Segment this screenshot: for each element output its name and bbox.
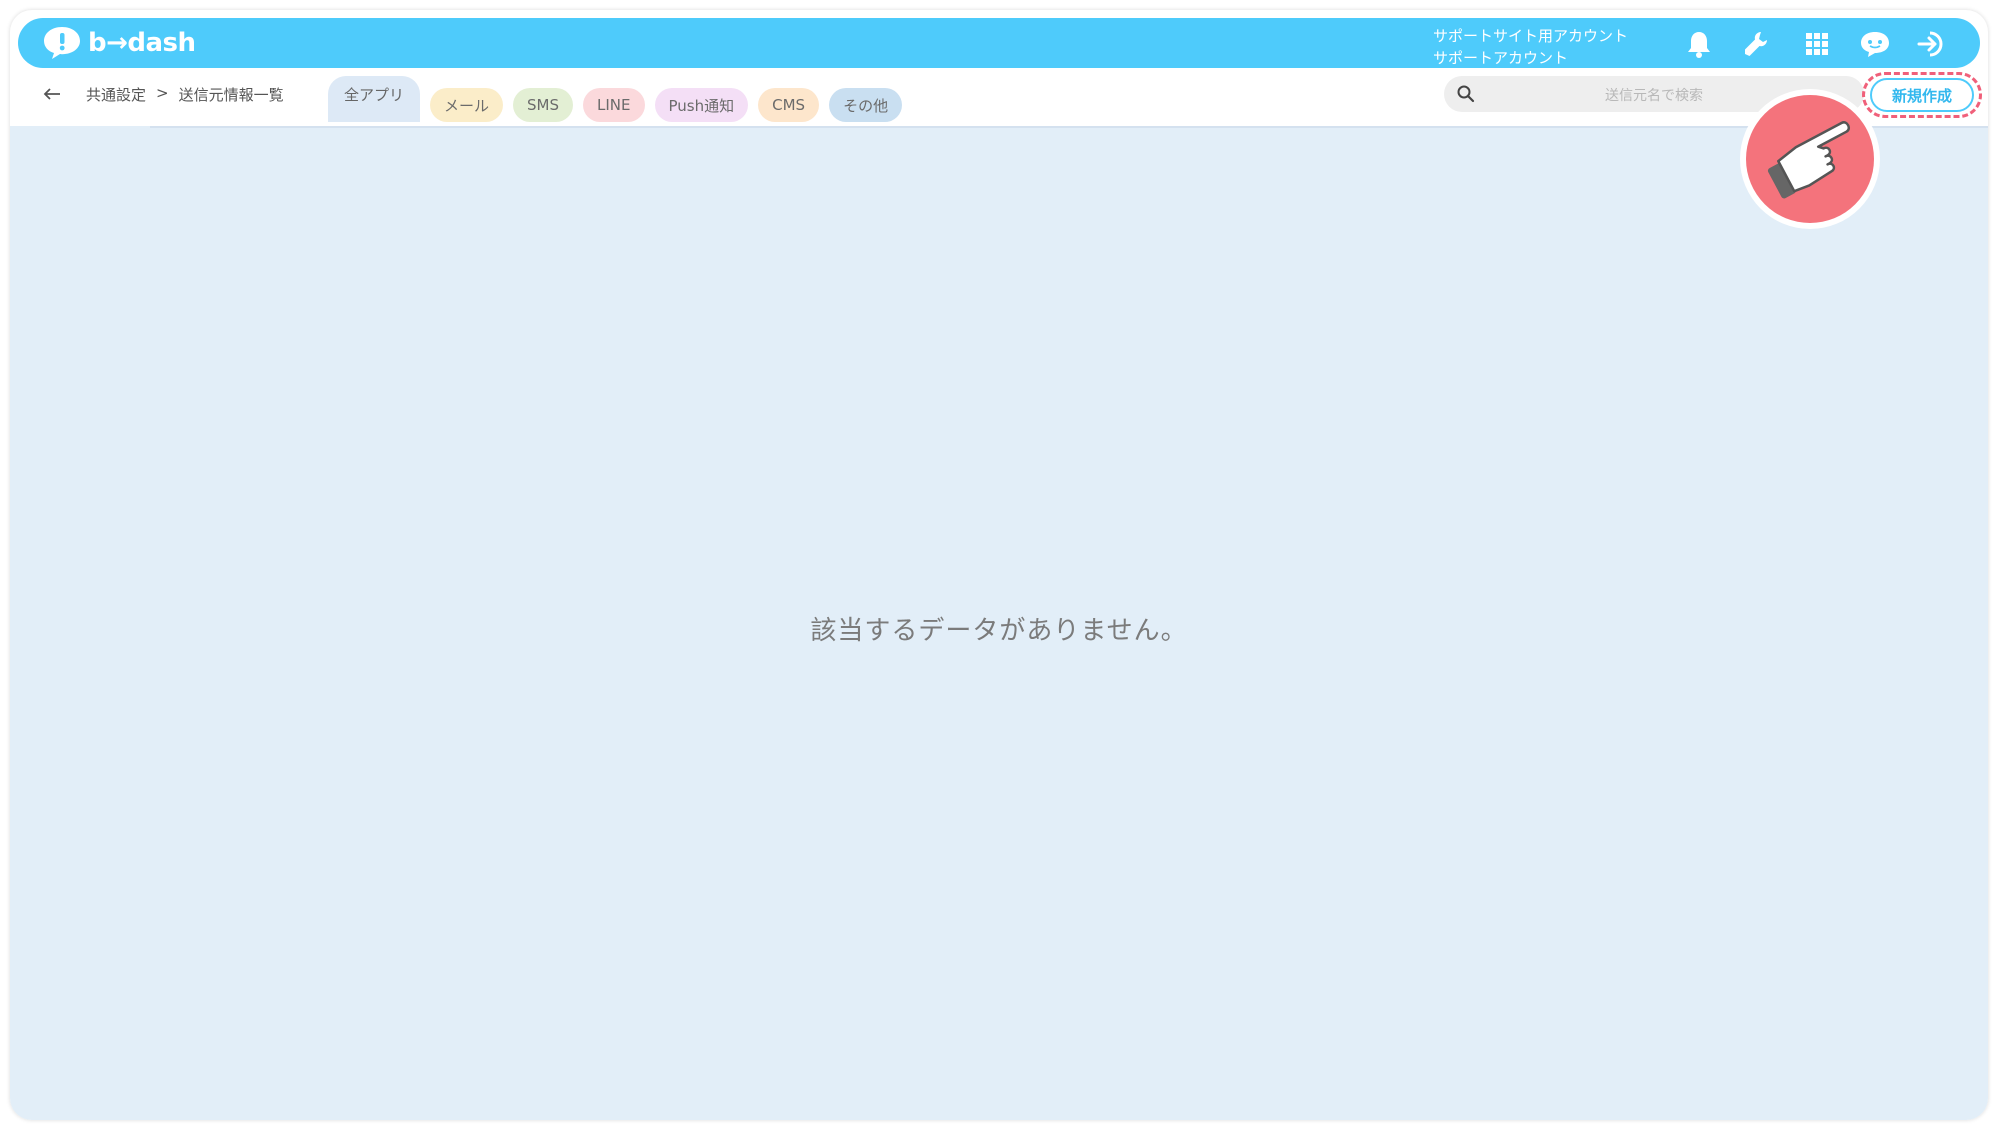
breadcrumb-current: 送信元情報一覧 [178, 86, 284, 104]
app-filter-tabs: 全アプリ メール SMS LINE Push通知 CMS その他 [328, 76, 903, 122]
tab-cms[interactable]: CMS [758, 88, 820, 122]
breadcrumb: 共通設定 > 送信元情報一覧 [86, 84, 284, 105]
sub-toolbar: 共通設定 > 送信元情報一覧 全アプリ メール SMS LINE Push通知 … [10, 68, 1988, 126]
top-header-bar: b→dash サポートサイト用アカウント サポートアカウント [18, 18, 1980, 68]
tab-sms[interactable]: SMS [513, 88, 574, 122]
main-content: 該当するデータがありません。 [10, 126, 1988, 1120]
logo-bubble-icon [44, 27, 80, 59]
chatbot-icon[interactable] [1858, 27, 1892, 61]
empty-state-message: 該当するデータがありません。 [810, 616, 1188, 646]
account-user-name: サポートアカウント [1433, 49, 1569, 67]
tab-push[interactable]: Push通知 [654, 88, 749, 122]
tab-all-apps[interactable]: 全アプリ [328, 76, 421, 122]
tab-other[interactable]: その他 [829, 88, 903, 122]
wrench-icon[interactable] [1740, 27, 1774, 61]
logout-icon[interactable] [1916, 27, 1950, 61]
logo[interactable]: b→dash [42, 24, 196, 62]
back-arrow-icon[interactable] [40, 82, 64, 106]
logo-text: b→dash [88, 28, 196, 58]
account-site-name: サポートサイト用アカウント [1433, 27, 1629, 45]
content-divider [150, 126, 1988, 128]
new-create-button[interactable]: 新規作成 [1870, 78, 1974, 112]
breadcrumb-common-settings[interactable]: 共通設定 [86, 84, 146, 105]
tab-mail[interactable]: メール [430, 88, 504, 122]
breadcrumb-separator: > [156, 84, 169, 102]
app-frame: b→dash サポートサイト用アカウント サポートアカウント 共通設定 > 送信… [10, 10, 1988, 1120]
grid-icon[interactable] [1800, 27, 1834, 61]
pointing-hand-icon [1740, 89, 1880, 229]
account-info[interactable]: サポートサイト用アカウント サポートアカウント [1433, 25, 1628, 69]
bell-icon[interactable] [1682, 27, 1716, 61]
tab-line[interactable]: LINE [583, 88, 645, 122]
